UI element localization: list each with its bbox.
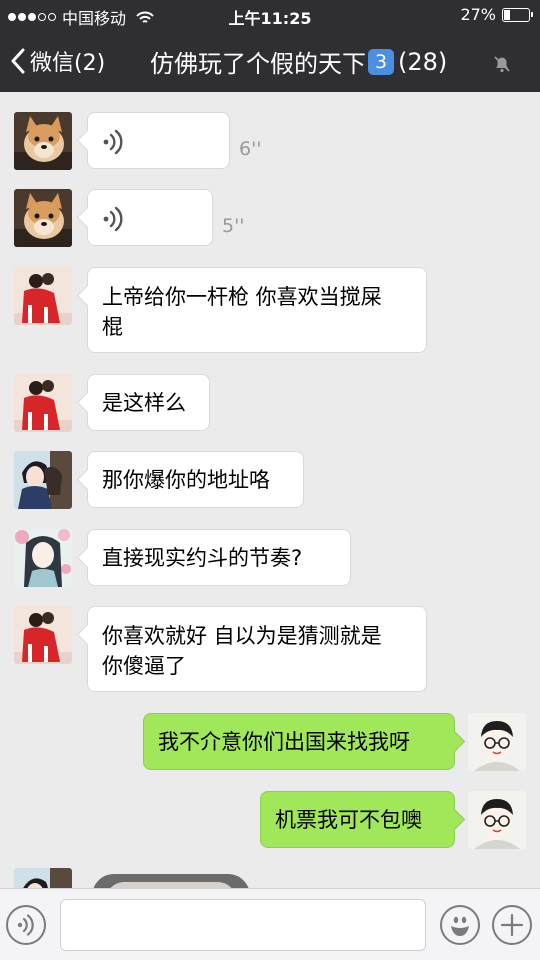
image-message-preview[interactable] xyxy=(92,874,250,888)
message-text-line: 是这样么 xyxy=(102,391,186,415)
avatar-dog[interactable] xyxy=(14,112,72,170)
message-text-line: 你傻逼了 xyxy=(102,654,186,678)
group-number-badge: 3 xyxy=(368,48,394,75)
outgoing-message-bubble[interactable]: 机票我可不包噢 xyxy=(260,791,455,848)
message-text-line: 上帝给你一杆枪 你喜欢当搅屎 xyxy=(102,285,382,309)
back-label: 微信(2) xyxy=(30,51,106,76)
voice-duration: 6'' xyxy=(239,138,262,160)
voice-icon xyxy=(103,206,123,232)
plus-icon xyxy=(500,913,524,937)
avatar-self[interactable] xyxy=(468,791,526,849)
chat-area[interactable]: 6'' 5'' 上帝给你一杆枪 你喜欢当搅屎 棍 是这样么 那你爆你的地址咯 直… xyxy=(0,92,540,888)
message-text-line: 机票我可不包噢 xyxy=(275,808,422,832)
avatar-dog[interactable] xyxy=(14,189,72,247)
message-text-line: 棍 xyxy=(102,315,123,339)
battery-group: 27% xyxy=(460,5,533,24)
avatar-red-dress[interactable] xyxy=(14,606,72,664)
more-options-button[interactable] xyxy=(492,905,532,945)
battery-icon xyxy=(502,7,533,22)
avatar-anime-boy[interactable] xyxy=(14,451,72,509)
voice-toggle-button[interactable] xyxy=(6,905,46,945)
emoji-icon xyxy=(451,916,469,936)
outgoing-message-bubble[interactable]: 我不介意你们出国来找我呀 xyxy=(143,713,455,770)
avatar-red-dress[interactable] xyxy=(14,374,72,432)
voice-icon xyxy=(103,129,123,155)
message-text-line: 我不介意你们出国来找我呀 xyxy=(158,730,410,754)
avatar-red-dress[interactable] xyxy=(14,267,72,325)
text-message-bubble[interactable]: 是这样么 xyxy=(87,374,210,431)
avatar-self[interactable] xyxy=(468,713,526,771)
text-message-bubble[interactable]: 你喜欢就好 自以为是猜测就是 你傻逼了 xyxy=(87,606,427,692)
voice-message-bubble[interactable] xyxy=(87,112,230,169)
voice-duration: 5'' xyxy=(222,215,245,237)
avatar-anime-girl[interactable] xyxy=(14,529,72,587)
message-text-line: 那你爆你的地址咯 xyxy=(102,468,270,492)
member-count: (28) xyxy=(398,47,448,76)
voice-message-bubble[interactable] xyxy=(87,189,213,246)
bell-off-icon xyxy=(494,56,510,73)
input-toolbar xyxy=(0,888,540,960)
message-text-line: 直接现实约斗的节奏? xyxy=(102,546,303,570)
status-time: 上午11:25 xyxy=(228,9,312,28)
text-message-bubble[interactable]: 上帝给你一杆枪 你喜欢当搅屎 棍 xyxy=(87,267,427,353)
back-button[interactable]: 微信(2) xyxy=(10,45,105,77)
voice-icon xyxy=(17,914,34,936)
status-bar: 中国移动 上午11:25 27% xyxy=(0,0,540,30)
avatar-anime-boy[interactable] xyxy=(14,868,72,888)
page-title[interactable]: 仿佛玩了个假的天下 3 (28) xyxy=(150,44,447,79)
text-message-bubble[interactable]: 直接现实约斗的节奏? xyxy=(87,529,351,586)
message-text-line: 你喜欢就好 自以为是猜测就是 xyxy=(102,624,382,648)
message-input[interactable] xyxy=(60,899,426,951)
emoji-button[interactable] xyxy=(440,905,480,945)
text-message-bubble[interactable]: 那你爆你的地址咯 xyxy=(87,451,304,508)
battery-percent: 27% xyxy=(460,5,496,24)
group-name: 仿佛玩了个假的天下 xyxy=(150,50,366,78)
nav-bar: 微信(2) 仿佛玩了个假的天下 3 (28) xyxy=(0,30,540,92)
chevron-left-icon xyxy=(11,48,25,74)
